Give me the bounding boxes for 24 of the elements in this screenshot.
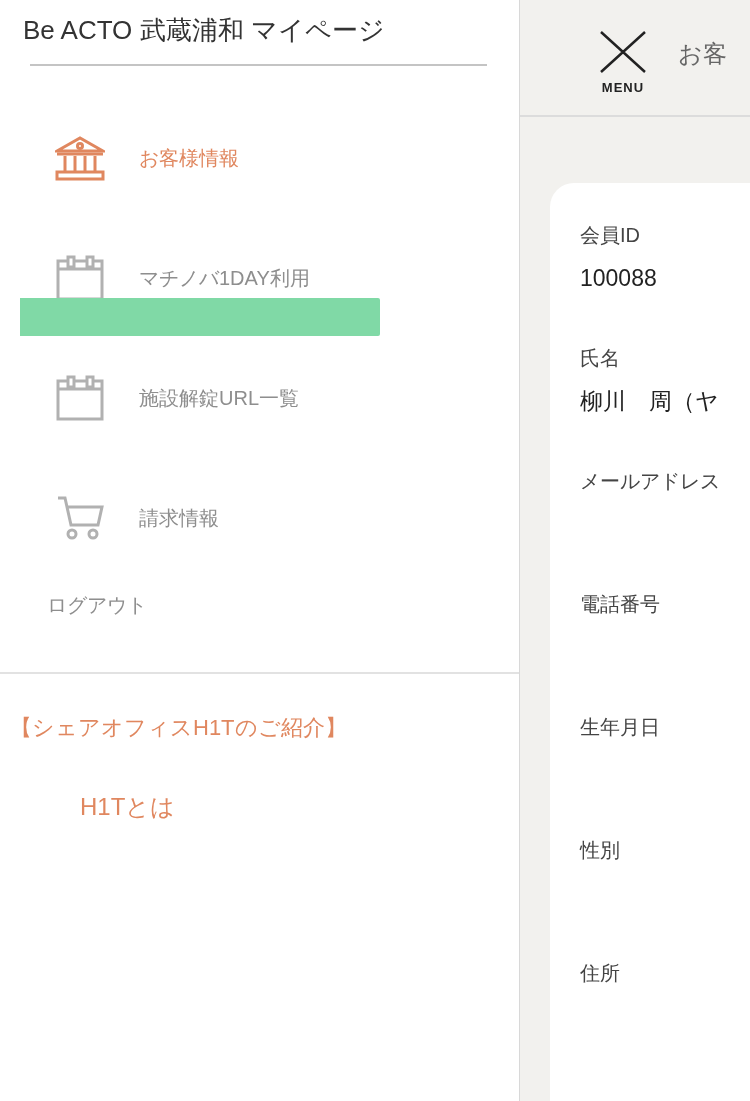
info-link[interactable]: H1Tとは bbox=[80, 789, 176, 825]
menu-close-button[interactable]: MENU bbox=[598, 30, 648, 98]
close-icon bbox=[598, 30, 648, 74]
field-label: 住所 bbox=[580, 961, 621, 986]
menu-item[interactable]: 請求情報 bbox=[0, 458, 519, 578]
logout-link[interactable]: ログアウト bbox=[0, 590, 147, 620]
field-value: 柳川 周（ヤ bbox=[580, 387, 720, 416]
calendar-icon bbox=[56, 255, 104, 301]
drawer-title: Be ACTO 武蔵浦和 マイページ bbox=[22, 14, 386, 47]
field-label: 電話番号 bbox=[580, 592, 661, 617]
field-label: 生年月日 bbox=[580, 715, 661, 740]
field-label: 会員ID bbox=[580, 223, 641, 248]
calendar-icon bbox=[56, 375, 104, 421]
menu-item[interactable]: お客様情報 bbox=[0, 98, 519, 218]
field-label: メールアドレス bbox=[580, 469, 721, 494]
field-label: 性別 bbox=[580, 838, 621, 863]
field-label: 氏名 bbox=[580, 346, 621, 371]
menu-item[interactable]: マチノバ1DAY利用 bbox=[0, 218, 519, 338]
section-heading: 【シェアオフィスH1Tのご紹介】 bbox=[9, 714, 347, 742]
page-title: お客 bbox=[678, 39, 727, 69]
field-value: 100088 bbox=[580, 264, 658, 293]
menu-item[interactable]: 施設解錠URL一覧 bbox=[0, 338, 519, 458]
cart-icon bbox=[56, 495, 104, 541]
bank-icon bbox=[55, 135, 105, 181]
